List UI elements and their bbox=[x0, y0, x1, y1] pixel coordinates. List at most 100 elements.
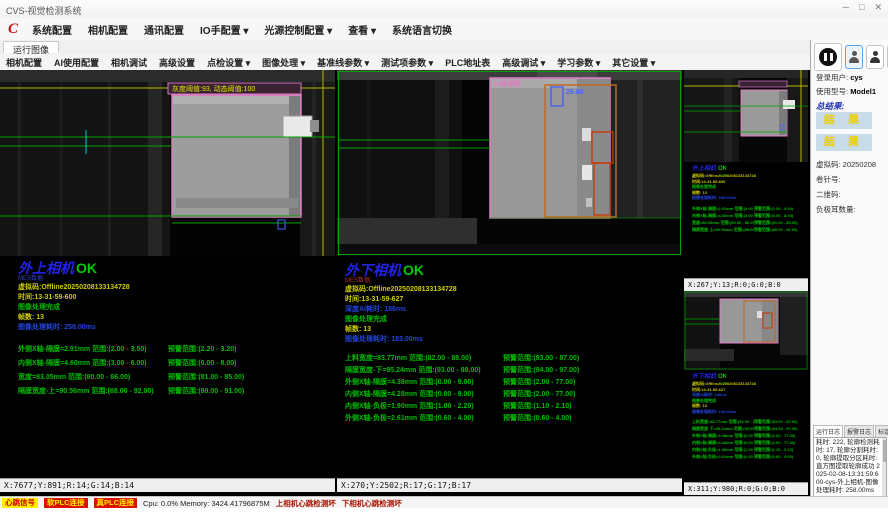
pause-button[interactable] bbox=[814, 43, 842, 71]
model-value: Model1 bbox=[850, 87, 876, 96]
measurement-row: 内侧X轴-隔膜=4.60mm 范围:(3.00 - 6.00) 预警范围:(0.… bbox=[692, 213, 808, 220]
menu-item[interactable]: 系统语言切换 bbox=[384, 20, 460, 39]
toolbar-item[interactable]: AI使用配置 bbox=[48, 56, 105, 69]
menubar: C 系统配置相机配置通讯配置IO手配置 ▾光源控制配置 ▾查看 ▾系统语言切换 bbox=[0, 18, 888, 41]
done-line: 图像处理完成 bbox=[18, 303, 335, 313]
toolbar-item[interactable]: 基准线参数 ▾ bbox=[311, 56, 375, 69]
measurement-value: 宽度=83.05mm 范围:(80.00 - 86.00) bbox=[692, 220, 754, 227]
log-tab-calibration[interactable]: 标定日志 bbox=[875, 425, 888, 437]
sidebar-buttons bbox=[814, 43, 888, 71]
measurement-warn-range: 预警范围:(2.20 - 3.20) bbox=[754, 206, 793, 213]
camera-name: 外下相机 bbox=[345, 262, 401, 278]
heartbeat-badge: 心跳信号 bbox=[2, 498, 38, 508]
thumb-upper-image[interactable] bbox=[684, 70, 808, 162]
app-window: CVS-视觉检测系统 ─ □ ✕ C 系统配置相机配置通讯配置IO手配置 ▾光源… bbox=[0, 0, 888, 522]
inspected-part bbox=[172, 95, 301, 217]
measurement-warn-range: 预警范围:(2.00 - 77.00) bbox=[503, 389, 575, 401]
measurement-value: 外侧X轴-负极=2.61mm 范围:(0.60 - 4.00) bbox=[345, 413, 503, 425]
menu-item[interactable]: 光源控制配置 ▾ bbox=[256, 20, 340, 39]
measurement-row: 内侧X轴-隔膜=4.28mm 范围:(0.00 - 9.00) 预警范围:(2.… bbox=[692, 440, 808, 447]
mes-line: MES数据: bbox=[345, 278, 682, 285]
measurement-row: 宽度=83.05mm 范围:(80.00 - 86.00) 预警范围:(81.0… bbox=[692, 220, 808, 227]
ai-detected-part bbox=[720, 299, 778, 343]
operator-icon bbox=[849, 51, 859, 63]
measurement-row: 隔膜宽度-上=90.56mm 范围:(88.00 - 92.00) 预警范围:(… bbox=[692, 227, 808, 234]
measurement-row: 外侧X轴-隔膜=2.91mm 范围:(2.00 - 3.50) 预警范围:(2.… bbox=[18, 344, 335, 358]
menu-items: 系统配置相机配置通讯配置IO手配置 ▾光源控制配置 ▾查看 ▾系统语言切换 bbox=[24, 20, 460, 39]
app-logo-icon: C bbox=[8, 21, 18, 38]
titlebar: CVS-视觉检测系统 ─ □ ✕ bbox=[0, 0, 888, 19]
menu-item[interactable]: IO手配置 ▾ bbox=[192, 20, 256, 39]
toolbar-item[interactable]: 相机调试 bbox=[105, 56, 153, 69]
log-tab-alarm[interactable]: 报警日志 bbox=[844, 425, 874, 437]
menu-item[interactable]: 通讯配置 bbox=[136, 20, 192, 39]
user-icon bbox=[870, 51, 880, 63]
measurement-value: 内侧X轴-隔膜=4.28mm 范围:(0.00 - 9.00) bbox=[345, 389, 503, 401]
upper-camera-info: 外上相机OK MES数据: 虚拟码:Offline202502081331347… bbox=[0, 256, 335, 400]
operator-button[interactable] bbox=[845, 45, 863, 69]
qr-code-label: 二维码: bbox=[816, 189, 886, 200]
threshold-label-box bbox=[739, 81, 787, 87]
measurement-value: 外侧X轴-隔膜=4.38mm 范围:(0.00 - 9.00) bbox=[692, 433, 754, 440]
cpu-memory-readout: Cpu: 0.0% Memory: 3424.41796875M bbox=[143, 499, 270, 508]
lower-camera-image[interactable] bbox=[337, 70, 682, 256]
thumb-upper-info: 外上相机OK 虚拟码:Offline20250208133134728 时间:1… bbox=[684, 162, 808, 234]
tab-run-image[interactable]: 运行图像 bbox=[3, 41, 59, 53]
camera-title: 外上相机OK bbox=[692, 166, 808, 173]
time-line: 时间:13-31-59-627 bbox=[345, 295, 682, 305]
measurement-warn-range: 预警范围:(81.00 - 85.00) bbox=[168, 372, 244, 386]
toolbar-item[interactable]: 测试项参数 ▾ bbox=[375, 56, 439, 69]
measurement-value: 外侧X轴-隔膜=4.38mm 范围:(0.00 - 9.00) bbox=[345, 377, 503, 389]
thumb-lower-image[interactable] bbox=[684, 291, 808, 370]
lower-camera-info: 外下相机OK MES数据: 虚拟码:Offline202502081331347… bbox=[337, 256, 682, 425]
toolbar-item[interactable]: 高级设置 bbox=[153, 56, 201, 69]
result-box-upper: 结 果 bbox=[816, 112, 872, 129]
measurement-warn-range: 预警范围:(1.10 - 2.10) bbox=[754, 447, 793, 454]
mes-line: MES数据: bbox=[18, 276, 335, 283]
toolbar-item[interactable]: 图像处理 ▾ bbox=[256, 56, 311, 69]
maximize-button[interactable]: □ bbox=[859, 2, 864, 13]
toolbar-item[interactable]: 其它设置 ▾ bbox=[606, 56, 661, 69]
measurement-warn-range: 预警范围:(94.00 - 97.00) bbox=[754, 426, 798, 433]
toolbar-item[interactable]: 相机配置 bbox=[0, 56, 48, 69]
result-ok: OK bbox=[76, 260, 97, 276]
measurement-row: 隔膜宽度-下=95.24mm 范围:(93.00 - 98.00) 预警范围:(… bbox=[692, 426, 808, 433]
menu-item[interactable]: 查看 ▾ bbox=[340, 20, 384, 39]
measurement-row: 宽度=83.05mm 范围:(80.00 - 86.00) 预警范围:(81.0… bbox=[18, 372, 335, 386]
virtual-code-line: 虚拟码:Offline20250208133134728 bbox=[18, 283, 335, 293]
log-tab-run[interactable]: 运行日志 bbox=[813, 425, 843, 437]
measurement-value: 内侧X轴-隔膜=4.60mm 范围:(3.00 - 6.00) bbox=[18, 358, 168, 372]
log-tabs: 运行日志 报警日志 标定日志 bbox=[813, 425, 887, 437]
measurement-value: 内侧X轴-负极=1.90mm 范围:(1.00 - 2.20) bbox=[345, 401, 503, 413]
measurement-row: 外侧X轴-负极=2.61mm 范围:(0.60 - 4.00) 预警范围:(0.… bbox=[692, 454, 808, 461]
measurement-row: 外侧X轴-负极=2.61mm 范围:(0.60 - 4.00) 预警范围:(0.… bbox=[345, 413, 682, 425]
thumb-upper-pixel-status: X:267;Y:13;R:0;G:0;B:0 bbox=[684, 278, 808, 291]
measurement-warn-range: 预警范围:(0.00 - 8.00) bbox=[168, 358, 236, 372]
toolbar-item[interactable]: PLC地址表 bbox=[439, 56, 496, 69]
lower-camera-image-wrap: AI检测框 26.80 bbox=[337, 70, 682, 256]
soft-plc-badge: 软PLC连接 bbox=[44, 498, 88, 508]
toolbar-item[interactable]: 高级调试 ▾ bbox=[496, 56, 551, 69]
measurement-value: 外侧X轴-隔膜=2.91mm 范围:(2.00 - 3.50) bbox=[18, 344, 168, 358]
camera-panel-upper: 灰度阈值:93, 动态阈值:100 外上相机OK MES数据: 虚拟码:Offl… bbox=[0, 70, 335, 496]
close-button[interactable]: ✕ bbox=[874, 2, 882, 13]
upper-camera-image[interactable] bbox=[0, 70, 335, 256]
user-button[interactable] bbox=[866, 45, 884, 69]
frames-line: 帧数: 13 bbox=[18, 313, 335, 323]
toolbar-item[interactable]: 点检设置 ▾ bbox=[201, 56, 256, 69]
menu-item[interactable]: 系统配置 bbox=[24, 20, 80, 39]
upper-camera-heartbeat-alert: 上相机心跳检测坏 bbox=[276, 498, 336, 509]
elapsed-line: 图像处理耗时: 183.00ms bbox=[345, 335, 682, 345]
measurement-value: 内侧X轴-负极=1.90mm 范围:(1.00 - 2.20) bbox=[692, 447, 754, 454]
elapsed-line: 图像处理耗时: 183.00ms bbox=[692, 409, 808, 415]
model-label: 使用型号: bbox=[816, 87, 848, 96]
window-title: CVS-视觉检测系统 bbox=[6, 4, 82, 17]
toolbar-item[interactable]: 学习参数 ▾ bbox=[551, 56, 606, 69]
measurement-warn-range: 预警范围:(81.00 - 85.00) bbox=[754, 220, 798, 227]
needle-number-label: 卷针号: bbox=[816, 174, 886, 185]
measurement-warn-range: 预警范围:(1.10 - 2.10) bbox=[503, 401, 571, 413]
measurement-row: 外侧X轴-隔膜=4.38mm 范围:(0.00 - 9.00) 预警范围:(2.… bbox=[345, 377, 682, 389]
menu-item[interactable]: 相机配置 bbox=[80, 20, 136, 39]
minimize-button[interactable]: ─ bbox=[843, 2, 849, 13]
log-scrollbar[interactable] bbox=[882, 438, 886, 497]
